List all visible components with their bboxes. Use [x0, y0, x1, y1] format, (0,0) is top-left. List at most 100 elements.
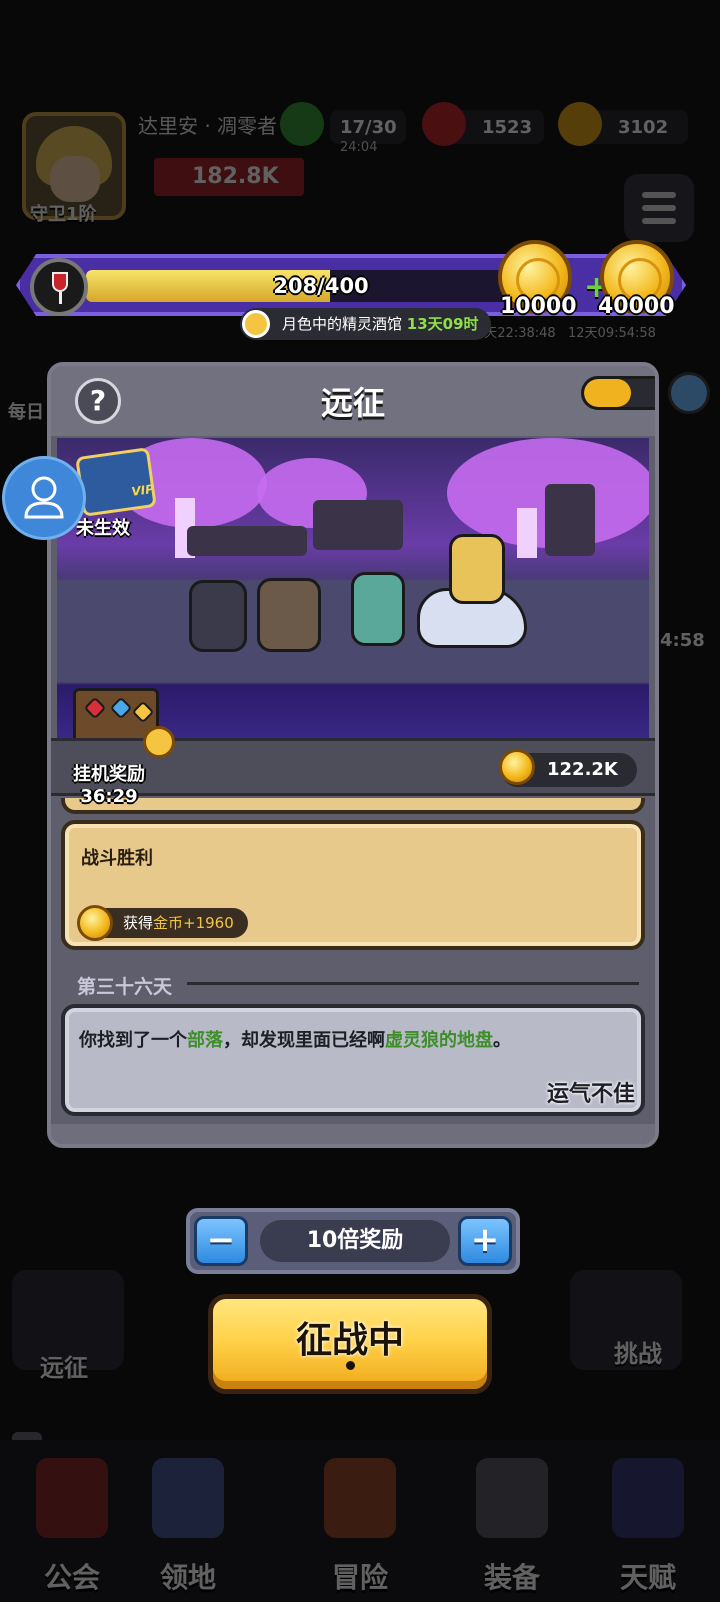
ruin-stone: [187, 526, 307, 556]
minotaur-hero: [257, 578, 321, 652]
tree-icon: [280, 102, 324, 146]
event-text-part: 。: [493, 1030, 511, 1051]
nav-label: 天赋: [619, 1561, 676, 1594]
blonde-rider-hero: [449, 534, 505, 604]
battle-log-title: 战斗胜利: [81, 848, 153, 869]
gem-value: 1523: [482, 116, 533, 138]
gold-coin-icon: [558, 102, 602, 146]
gold-resource[interactable]: 3102: [558, 102, 688, 146]
helmet-icon: [476, 1458, 548, 1538]
event-text-part: 你找到了一个: [79, 1030, 187, 1051]
power-value: 182.8K: [192, 164, 279, 189]
reward-chest-icon[interactable]: [668, 372, 710, 414]
reward-a-value: 10000: [500, 294, 577, 319]
tavern-event-pill[interactable]: 月色中的精灵酒馆 13天09时: [240, 308, 491, 340]
nav-equipment[interactable]: 装备: [440, 1440, 584, 1602]
modal-title: 远征: [320, 384, 385, 422]
side-timer: 4:58: [660, 630, 705, 651]
nav-label: 冒险: [331, 1561, 388, 1594]
battle-log-reward: 获得金币+1960: [77, 905, 248, 941]
afk-reward-label[interactable]: 挂机奖励 36:29: [73, 764, 145, 808]
decrease-multiplier-button[interactable]: −: [194, 1216, 248, 1266]
afk-gold-value: 122.2K: [547, 759, 618, 780]
stopwatch-icon: [143, 726, 175, 758]
energy-resource[interactable]: 17/30: [280, 102, 406, 146]
wine-glass-bowl: [52, 272, 68, 292]
avatar-face: [50, 156, 100, 202]
player-name: 达里安 · 凋零者: [138, 114, 278, 138]
energy-timer: 24:04: [340, 140, 378, 155]
battle-log-card: 战斗胜利 获得金币+1960: [61, 820, 645, 950]
vip-badge: VIP: [130, 481, 155, 499]
reward-b-value: 40000: [598, 294, 675, 319]
chest-progress-fill: [584, 379, 632, 407]
event-log-text: 你找到了一个部落，却发现里面已经啊虚灵狼的地盘。: [79, 1026, 511, 1052]
loading-dot: [346, 1361, 355, 1370]
floating-user-button[interactable]: [2, 456, 86, 540]
vip-card-icon[interactable]: VIP: [75, 447, 157, 517]
gold-coin-icon: [77, 905, 113, 941]
stone-urn: [545, 484, 595, 556]
nav-talent[interactable]: 天赋: [576, 1440, 720, 1602]
gold-value: 3102: [618, 116, 669, 138]
event-text-part: ，却发现里面已经啊: [223, 1030, 385, 1051]
nav-label: 领地: [159, 1561, 216, 1594]
multiplier-label: 10倍奖励: [260, 1220, 450, 1262]
power-banner: 182.8K: [154, 158, 304, 196]
user-icon: [24, 476, 64, 519]
modal-footer: [51, 1124, 655, 1144]
nav-territory[interactable]: 领地: [116, 1440, 260, 1602]
crossed-axes-icon: [324, 1458, 396, 1538]
wine-glass-icon: [30, 258, 88, 316]
event-log-card: 你找到了一个部落，却发现里面已经啊虚灵狼的地盘。 运气不佳: [61, 1004, 645, 1116]
troll-hero: [351, 572, 405, 646]
menu-button[interactable]: [624, 174, 694, 242]
battle-scene: VIP: [57, 438, 649, 743]
gold-coin-icon: [499, 749, 535, 785]
nav-label: 装备: [483, 1561, 540, 1594]
afk-reward-title: 挂机奖励: [73, 764, 145, 785]
player-rank: 守卫1阶: [30, 204, 97, 225]
event-timer-2: 12天09:54:58: [568, 326, 656, 341]
bottom-nav: 公会 领地 冒险 装备 天赋: [0, 1440, 720, 1602]
ninja-hero: [189, 580, 247, 652]
chest-progress-bar[interactable]: [581, 376, 655, 410]
battle-button-label: 征战中: [295, 1320, 404, 1361]
ruby-icon: [422, 102, 466, 146]
tavern-event-time: 13天09时: [406, 315, 479, 333]
castle-icon: [152, 1458, 224, 1538]
tree-trunk: [517, 508, 537, 558]
reward-amount: 金币+1960: [153, 914, 234, 932]
tavern-event-name: 月色中的精灵酒馆: [282, 315, 403, 333]
menu-line-icon: [642, 218, 676, 224]
vip-status: 未生效: [76, 518, 130, 539]
afk-gold-pill[interactable]: 122.2K: [499, 749, 637, 787]
clock-icon: [242, 310, 270, 338]
multiplier-control: − 10倍奖励 +: [186, 1208, 520, 1274]
previous-log-edge: [61, 798, 645, 814]
progress-text: 208/400: [273, 274, 369, 298]
day-label: 第三十六天: [77, 976, 173, 998]
talent-book-icon: [612, 1458, 684, 1538]
altar: [313, 500, 403, 550]
modal-header: ? 远征: [51, 366, 655, 436]
luck-label: 运气不佳: [546, 1082, 635, 1107]
energy-value: 17/30: [340, 116, 397, 138]
increase-multiplier-button[interactable]: +: [458, 1216, 512, 1266]
menu-line-icon: [642, 205, 676, 211]
event-territory: 虚灵狼的地盘: [385, 1030, 493, 1051]
menu-line-icon: [642, 192, 676, 198]
reward-prefix: 获得: [123, 914, 154, 932]
gem-resource[interactable]: 1523: [422, 102, 544, 146]
battle-button[interactable]: 征战中: [208, 1294, 492, 1394]
afk-reward-timer: 36:29: [80, 786, 138, 807]
day-divider: [187, 982, 639, 985]
nav-adventure[interactable]: 冒险: [288, 1440, 432, 1602]
challenge-side-label: 挑战: [614, 1340, 662, 1368]
guild-banner-icon: [36, 1458, 108, 1538]
expedition-side-label: 远征: [40, 1354, 88, 1382]
event-place: 部落: [187, 1030, 223, 1051]
wine-glass-stem: [59, 292, 62, 304]
daily-label[interactable]: 每日: [8, 398, 44, 424]
expedition-modal: ? 远征 VIP 122.2K 挂机奖励 36:29 战斗胜利 获得金币+196…: [47, 362, 659, 1148]
